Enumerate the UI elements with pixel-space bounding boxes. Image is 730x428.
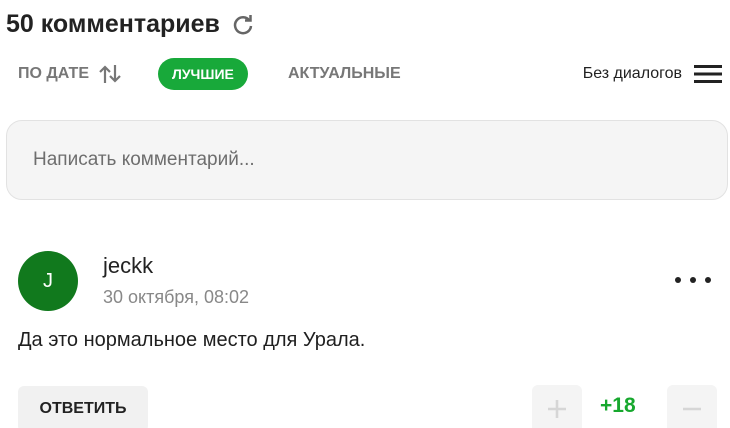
- comment-score: +18: [600, 394, 636, 417]
- upvote-button[interactable]: [532, 385, 582, 428]
- sort-by-date-label: ПО ДАТЕ: [18, 65, 89, 82]
- comment-input[interactable]: Написать комментарий...: [6, 120, 728, 200]
- more-dot: [690, 277, 696, 283]
- sort-by-date-button[interactable]: ПО ДАТЕ: [18, 58, 123, 90]
- comments-page: 50 комментариев ПО ДАТЕ ЛУЧШИЕ АКТУАЛЬНЫ…: [0, 0, 730, 428]
- more-dot: [705, 277, 711, 283]
- hamburger-menu-icon: [694, 65, 722, 83]
- avatar[interactable]: J: [18, 251, 78, 311]
- refresh-icon[interactable]: [230, 12, 256, 38]
- plus-icon: [548, 400, 566, 418]
- sort-bar: ПО ДАТЕ ЛУЧШИЕ АКТУАЛЬНЫЕ Без диалогов: [18, 58, 724, 90]
- comment-text: Да это нормальное место для Урала.: [18, 329, 366, 351]
- comments-header: 50 комментариев: [6, 10, 256, 39]
- minus-icon: [683, 407, 701, 411]
- comment-author[interactable]: jeckk: [103, 253, 153, 279]
- dialogs-toggle[interactable]: Без диалогов: [583, 58, 724, 90]
- sort-best-tab[interactable]: ЛУЧШИЕ: [158, 58, 248, 90]
- more-dots-icon[interactable]: [675, 266, 711, 294]
- sort-actual-tab[interactable]: АКТУАЛЬНЫЕ: [288, 58, 401, 90]
- downvote-button[interactable]: [667, 385, 717, 428]
- sort-arrows-icon: [99, 65, 121, 83]
- refresh-icon-graphic: [233, 14, 253, 34]
- comment-date: 30 октября, 08:02: [103, 287, 250, 307]
- reply-button[interactable]: ОТВЕТИТЬ: [18, 386, 148, 428]
- comments-count-title: 50 комментариев: [6, 10, 220, 38]
- more-dot: [675, 277, 681, 283]
- dialogs-label: Без диалогов: [582, 65, 682, 82]
